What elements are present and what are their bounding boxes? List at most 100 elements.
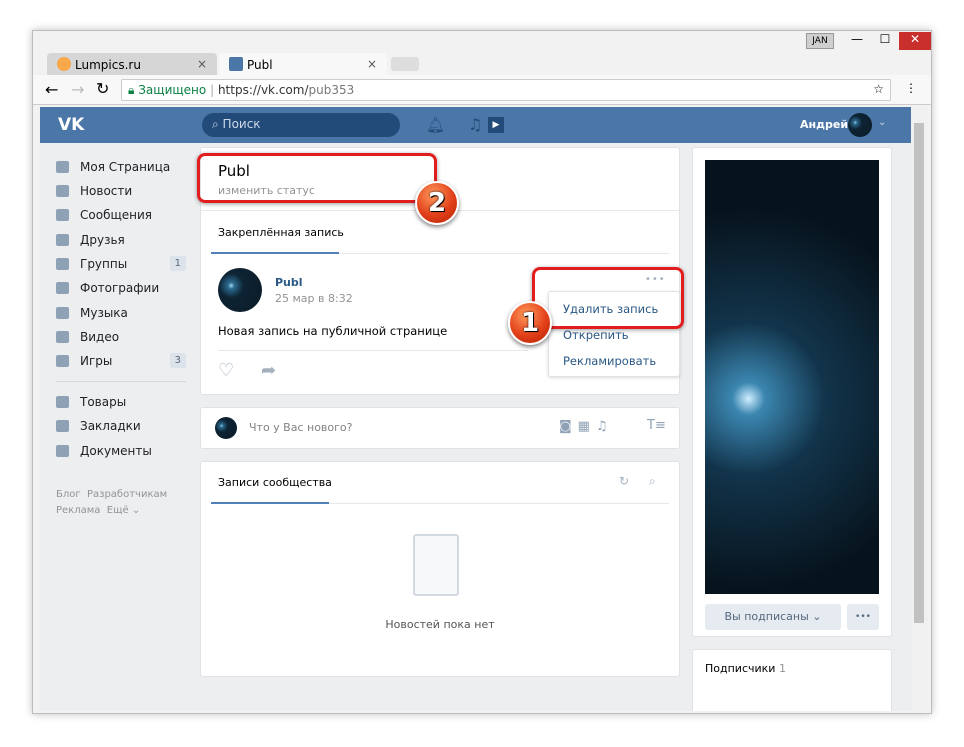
subscribers-card: Подписчики 1 — [692, 649, 892, 711]
video-icon — [56, 331, 69, 343]
url-host: https://vk.com/ — [217, 83, 309, 97]
footer-link-developers[interactable]: Разработчикам — [87, 489, 167, 500]
back-icon[interactable]: ← — [45, 80, 58, 99]
label: Товары — [80, 395, 127, 409]
camera-icon[interactable]: ◙ — [559, 419, 578, 434]
tab-close-icon[interactable]: × — [367, 57, 377, 71]
subscribed-button[interactable]: Вы подписаны ⌄ — [705, 604, 841, 630]
count-badge: 3 — [169, 353, 186, 368]
music-icon — [56, 307, 69, 319]
tab-publ[interactable]: Publ × — [219, 53, 387, 75]
annotation-badge-1: 1 — [508, 301, 552, 345]
subscribers-count: 1 — [778, 662, 786, 675]
composer-avatar — [215, 417, 237, 439]
video-attach-icon[interactable]: ▦ — [578, 419, 596, 434]
minimize-button[interactable]: — — [843, 32, 871, 50]
tab-label: Publ — [247, 58, 273, 72]
sidebar-item-news[interactable]: Новости — [56, 183, 186, 203]
sidebar-item-video[interactable]: Видео — [56, 329, 186, 349]
post-text: Новая запись на публичной странице — [218, 324, 448, 338]
chevron-down-icon[interactable]: ⌄ — [878, 117, 886, 128]
post-date[interactable]: 25 мар в 8:32 — [275, 292, 353, 305]
friends-icon — [56, 234, 69, 246]
lumpics-favicon-icon — [57, 57, 71, 71]
scrollbar-thumb[interactable] — [914, 123, 924, 623]
sidebar-item-groups[interactable]: Группы 1 — [56, 256, 186, 276]
sidebar-item-games[interactable]: Игры 3 — [56, 353, 186, 373]
footer-link-more[interactable]: Ещё ⌄ — [107, 505, 140, 516]
maximize-button[interactable]: ☐ — [871, 32, 899, 50]
label: Музыка — [80, 306, 128, 320]
tab-lumpics[interactable]: Lumpics.ru × — [47, 53, 217, 75]
bookmark-star-icon[interactable]: ☆ — [873, 82, 884, 96]
footer-link-blog[interactable]: Блог — [56, 489, 81, 500]
tab-community-posts[interactable]: Записи сообщества — [218, 476, 332, 489]
vk-header: VK ⌕ Поиск 🔔︎ ♫ ▶ Андрей ⌄ — [40, 107, 911, 143]
subscribers-label[interactable]: Подписчики — [705, 662, 775, 675]
sidebar-item-music[interactable]: Музыка — [56, 305, 186, 325]
label: Друзья — [80, 233, 125, 247]
documents-icon — [56, 445, 69, 457]
label: Сообщения — [80, 208, 153, 222]
sidebar-item-my-page[interactable]: Моя Страница — [56, 159, 186, 179]
url-path: pub353 — [308, 83, 355, 97]
menu-item-unpin[interactable]: Открепить — [563, 328, 629, 342]
composer-placeholder[interactable]: Что у Вас нового? — [249, 421, 353, 434]
vk-favicon-icon — [229, 57, 243, 71]
annotation-box-1 — [532, 267, 684, 329]
label: Документы — [80, 444, 152, 458]
community-cover-image[interactable] — [705, 160, 879, 594]
label: Новости — [80, 184, 133, 198]
sidebar-item-photos[interactable]: Фотографии — [56, 280, 186, 300]
video-icon[interactable]: ▶ — [488, 117, 504, 133]
menu-icon[interactable]: ⋮ — [905, 81, 917, 95]
more-actions-button[interactable]: ••• — [847, 604, 879, 630]
scrollbar[interactable] — [911, 107, 927, 711]
goods-icon — [56, 396, 69, 408]
search-placeholder: Поиск — [222, 117, 261, 131]
count-badge: 1 — [169, 256, 186, 271]
sidebar-item-goods[interactable]: Товары — [56, 394, 186, 414]
new-tab-button[interactable] — [391, 57, 419, 71]
home-icon — [56, 161, 69, 173]
lock-icon: 🔒︎ — [128, 83, 135, 97]
tab-pinned-post[interactable]: Закреплённая запись — [218, 226, 344, 239]
label: Игры — [80, 354, 113, 368]
close-window-button[interactable]: ✕ — [899, 32, 931, 50]
share-icon[interactable]: ➦ — [261, 360, 276, 381]
refresh-icon[interactable]: ↻ — [619, 474, 629, 488]
post-author-avatar[interactable] — [218, 268, 262, 312]
user-avatar[interactable] — [848, 113, 872, 137]
tab-label: Lumpics.ru — [75, 58, 141, 72]
footer-link-ads[interactable]: Реклама — [56, 505, 100, 516]
music-icon[interactable]: ♫ — [468, 115, 482, 134]
forward-icon[interactable]: → — [71, 80, 84, 99]
label: Моя Страница — [80, 160, 171, 174]
bell-icon[interactable]: 🔔︎ — [426, 116, 445, 134]
sidebar-item-documents[interactable]: Документы — [56, 443, 186, 463]
secure-label: Защищено — [138, 83, 207, 97]
reload-icon[interactable]: ↻ — [96, 79, 109, 98]
tab-close-icon[interactable]: × — [197, 57, 207, 71]
menu-item-advertise[interactable]: Рекламировать — [563, 354, 656, 368]
post-author[interactable]: Publ — [275, 276, 303, 289]
search-input[interactable]: ⌕ Поиск — [202, 113, 400, 137]
text-format-icon[interactable]: T≡ — [647, 418, 666, 433]
browser-window: JAN — ☐ ✕ Lumpics.ru × Publ × ← → ↻ 🔒︎ З… — [32, 30, 932, 714]
label: Видео — [80, 330, 120, 344]
post-composer[interactable]: Что у Вас нового? ◙▦♫ T≡ — [200, 407, 680, 449]
label: Группы — [80, 257, 128, 271]
page-content: Моя Страница Новости Сообщения Друзья Гр… — [40, 143, 911, 711]
groups-icon — [56, 258, 69, 270]
address-bar[interactable]: 🔒︎ Защищено | https://vk.com/pub353 ☆ — [121, 79, 891, 101]
sidebar-item-messages[interactable]: Сообщения — [56, 207, 186, 227]
games-icon — [56, 355, 69, 367]
news-icon — [56, 185, 69, 197]
sidebar-item-friends[interactable]: Друзья — [56, 232, 186, 252]
sidebar-item-bookmarks[interactable]: Закладки — [56, 418, 186, 438]
search-icon[interactable]: ⌕ — [649, 474, 656, 489]
like-icon[interactable]: ♡ — [218, 360, 234, 381]
user-name[interactable]: Андрей — [800, 118, 848, 131]
music-attach-icon[interactable]: ♫ — [596, 419, 614, 434]
vk-logo[interactable]: VK — [58, 115, 84, 135]
